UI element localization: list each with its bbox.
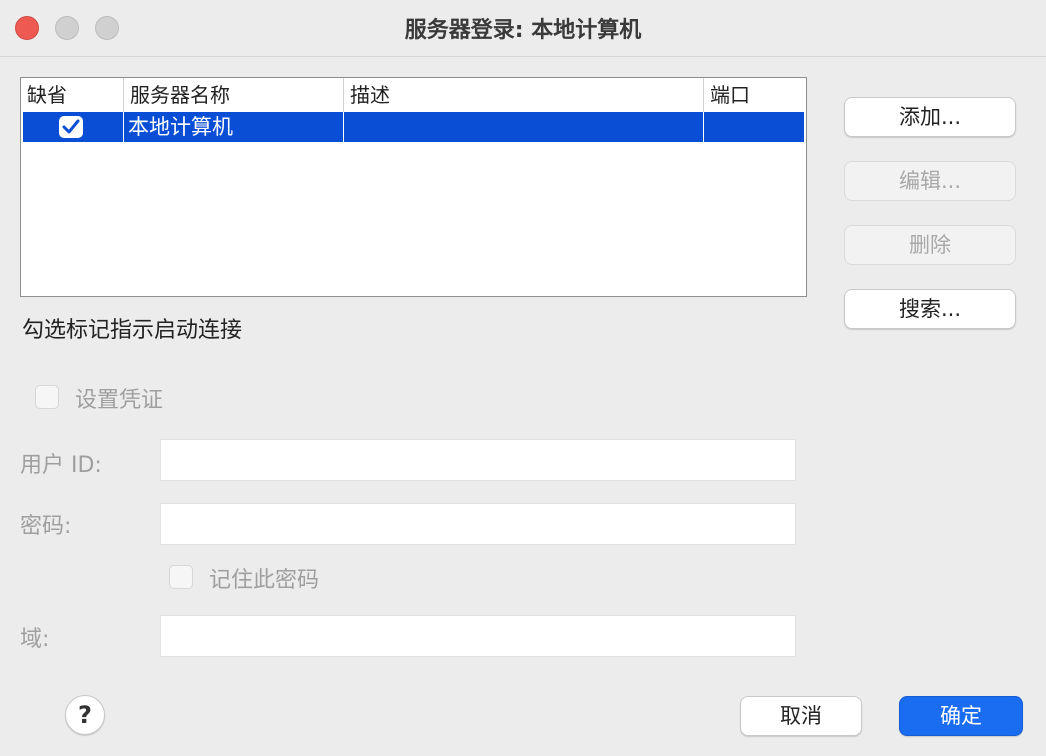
description-cell xyxy=(343,112,703,142)
password-field[interactable] xyxy=(160,503,796,545)
search-button[interactable]: 搜索... xyxy=(844,289,1016,329)
window-title: 服务器登录: 本地计算机 xyxy=(404,18,642,43)
table-header: 缺省 服务器名称 描述 端口 xyxy=(21,78,806,112)
table-row[interactable]: 本地计算机 xyxy=(23,112,804,142)
add-button[interactable]: 添加... xyxy=(844,97,1016,137)
set-credentials-checkbox[interactable] xyxy=(35,385,59,409)
domain-field[interactable] xyxy=(160,615,796,657)
remember-password-checkbox[interactable] xyxy=(169,565,193,589)
password-label: 密码: xyxy=(20,514,72,539)
cancel-button[interactable]: 取消 xyxy=(740,696,862,736)
user-id-field[interactable] xyxy=(160,439,796,481)
delete-button[interactable]: 删除 xyxy=(844,225,1016,265)
ok-button[interactable]: 确定 xyxy=(899,696,1023,736)
server-table[interactable]: 缺省 服务器名称 描述 端口 本地计算机 xyxy=(20,77,807,297)
column-header-description[interactable]: 描述 xyxy=(343,78,703,112)
column-header-default[interactable]: 缺省 xyxy=(21,78,123,112)
port-cell xyxy=(703,112,804,142)
help-button[interactable]: ? xyxy=(65,695,105,735)
column-header-port[interactable]: 端口 xyxy=(703,78,804,112)
domain-label: 域: xyxy=(20,627,50,652)
column-header-server-name[interactable]: 服务器名称 xyxy=(123,78,343,112)
edit-button[interactable]: 编辑... xyxy=(844,161,1016,201)
title-bar: 服务器登录: 本地计算机 xyxy=(0,0,1046,57)
set-credentials-label: 设置凭证 xyxy=(75,388,164,413)
default-cell xyxy=(23,112,123,142)
checkmark-icon xyxy=(62,119,80,134)
server-name-cell: 本地计算机 xyxy=(123,112,343,142)
remember-password-label: 记住此密码 xyxy=(209,568,320,593)
user-id-label: 用户 ID: xyxy=(20,453,102,478)
default-checkbox[interactable] xyxy=(59,116,83,138)
hint-text: 勾选标记指示启动连接 xyxy=(22,318,243,343)
